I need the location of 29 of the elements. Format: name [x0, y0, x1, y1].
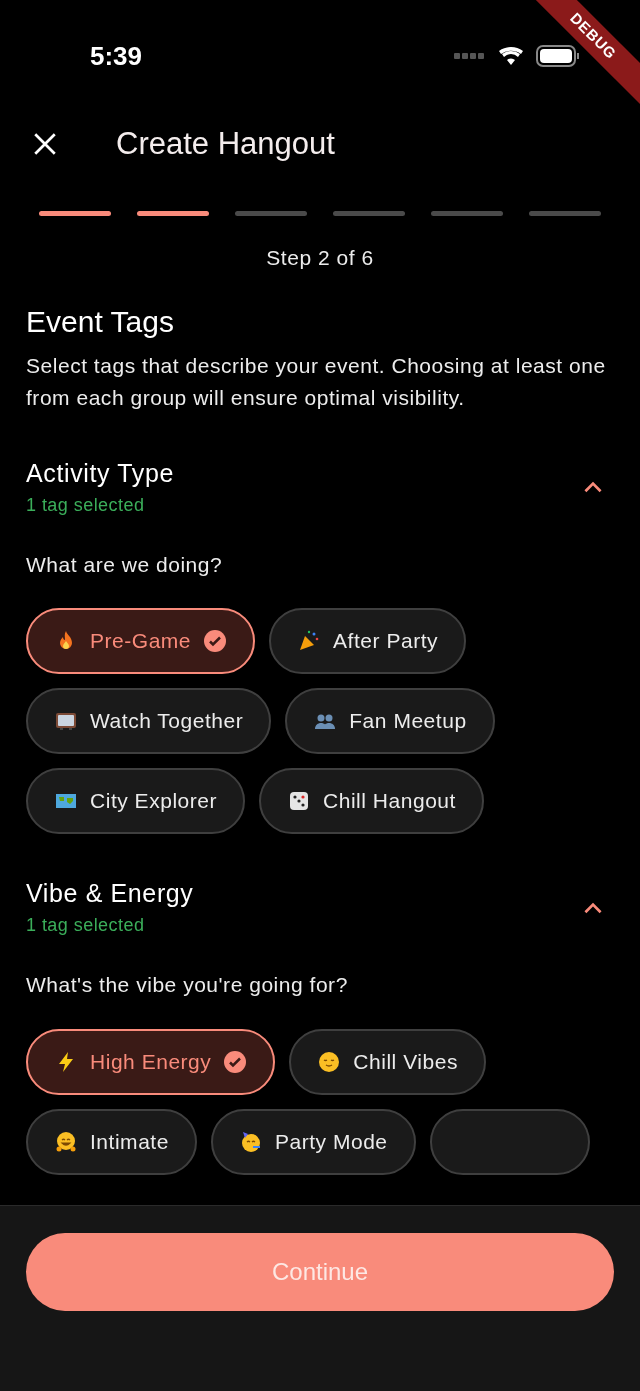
status-time: 5:39 — [90, 39, 143, 73]
tag-chip[interactable]: Party Mode — [210, 1108, 416, 1175]
hugging-face-icon — [54, 1129, 78, 1154]
section-description: Select tags that describe your event. Choosing at least one from each group will ensure optimal visibility. — [26, 352, 607, 411]
wifi-icon — [498, 46, 524, 66]
tag-chip[interactable]: After Party — [269, 608, 467, 674]
tag-chip[interactable]: Chill Hangout — [259, 768, 484, 834]
tag-chip[interactable]: Intimate — [26, 1108, 197, 1175]
group-question: What are we doing? — [26, 551, 224, 578]
close-icon — [32, 131, 58, 157]
check-circle-icon — [203, 629, 228, 653]
tag-chip[interactable]: Watch Together — [26, 688, 272, 754]
tag-chip[interactable]: Fan Meetup — [285, 688, 495, 754]
signal-icon — [454, 53, 486, 59]
close-button[interactable] — [32, 131, 58, 157]
page-title: Create Hangout — [116, 124, 335, 163]
tag-chip[interactable]: City Explorer — [26, 768, 246, 834]
group-title: Activity Type — [26, 457, 174, 488]
section-title: Event Tags — [26, 303, 175, 340]
group-question: What's the vibe you're going for? — [26, 972, 349, 998]
step-label: Step 2 of 6 — [266, 245, 374, 271]
tag-chip[interactable]: Pre-Game — [26, 608, 256, 674]
selection-count: 1 tag selected — [26, 914, 146, 937]
group-title: Vibe & Energy — [26, 878, 194, 908]
tag-chip[interactable]: High Energy — [26, 1028, 276, 1095]
smiley-icon — [317, 1049, 342, 1074]
selection-count: 1 tag selected — [26, 493, 146, 517]
tag-chip[interactable]: Chill Vibes — [289, 1028, 486, 1095]
check-circle-icon — [223, 1049, 248, 1074]
